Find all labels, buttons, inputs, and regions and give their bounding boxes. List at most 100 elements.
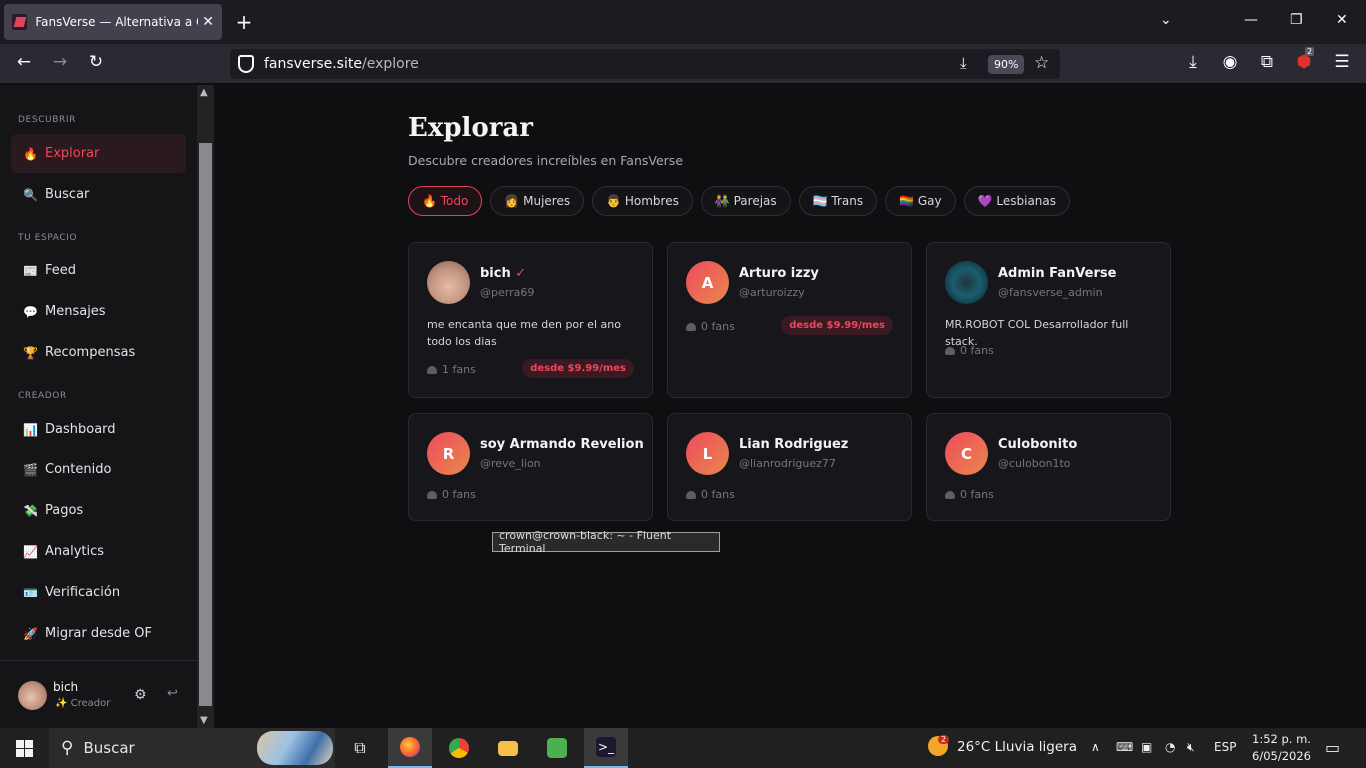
- creator-card[interactable]: R soy Armando Revelion @reve_lion 0 fans: [408, 413, 653, 521]
- creator-card[interactable]: L Lian Rodriguez @lianrodriguez77 0 fans: [667, 413, 912, 521]
- creator-name: soy Armando Revelion: [480, 437, 644, 452]
- sidebar-scrollbar[interactable]: ▲ ▼: [197, 85, 214, 728]
- tab-list-chevron-icon[interactable]: ⌄: [1160, 12, 1172, 28]
- terminal-icon[interactable]: >_: [584, 728, 628, 768]
- taskbar-clock[interactable]: 1:52 p. m. 6/05/2026: [1252, 731, 1311, 765]
- close-window-button[interactable]: ✕: [1336, 12, 1348, 28]
- chevron-up-icon[interactable]: ∧: [1091, 740, 1100, 754]
- bookmark-star-icon[interactable]: ☆: [1034, 53, 1049, 73]
- newspaper-icon: 📰: [23, 263, 38, 278]
- avatar[interactable]: [18, 681, 47, 710]
- sidebar-item-recompensas[interactable]: 🏆 Recompensas: [11, 333, 186, 372]
- sidebar: DESCUBRIR 🔥 Explorar 🔍 Buscar TU ESPACIO 📰…: [0, 85, 197, 728]
- tracking-protection-icon[interactable]: [238, 55, 254, 73]
- creator-card[interactable]: bich ✓ @perra69 me encanta que me den po…: [408, 242, 653, 398]
- creator-card[interactable]: A Arturo izzy @arturoizzy 0 fans desde $…: [667, 242, 912, 398]
- chrome-icon[interactable]: [437, 728, 481, 768]
- sidebar-item-contenido[interactable]: 🎬 Contenido: [11, 450, 186, 489]
- forward-button[interactable]: →: [48, 52, 72, 72]
- wifi-icon[interactable]: ◔: [1165, 740, 1175, 754]
- creator-name: Admin FanVerse: [998, 266, 1117, 281]
- id-card-icon: 🪪: [23, 585, 38, 600]
- filter-todo[interactable]: 🔥 Todo: [408, 186, 483, 216]
- zoom-level-badge[interactable]: 90%: [988, 55, 1025, 74]
- account-icon[interactable]: ◉: [1218, 52, 1242, 72]
- sidebar-item-dashboard[interactable]: 📊 Dashboard: [11, 410, 186, 449]
- avatar: C: [945, 432, 988, 475]
- scrollbar-thumb[interactable]: [199, 143, 212, 706]
- creator-handle: @fansverse_admin: [998, 286, 1103, 299]
- filter-parejas[interactable]: 👫 Parejas: [700, 186, 791, 216]
- sidebar-item-buscar[interactable]: 🔍 Buscar: [11, 175, 186, 214]
- task-view-icon[interactable]: ⧉: [338, 728, 382, 768]
- search-highlight-image: [257, 731, 333, 765]
- creator-handle: @perra69: [480, 286, 535, 299]
- creator-name: Lian Rodriguez: [739, 437, 849, 452]
- sidebar-item-verificacion[interactable]: 🪪 Verificación: [11, 573, 186, 612]
- fans-count: 1 fans: [427, 363, 476, 376]
- filter-mujeres[interactable]: 👩 Mujeres: [490, 186, 585, 216]
- avatar: [945, 261, 988, 304]
- taskbar-tooltip: crown@crown-black: ~ - Fluent Terminal: [492, 529, 720, 555]
- sidebar-item-feed[interactable]: 📰 Feed: [11, 251, 186, 290]
- users-icon: [686, 490, 696, 499]
- main-content: Explorar Descubre creadores increíbles e…: [214, 85, 1366, 728]
- camera-icon[interactable]: ▣: [1141, 740, 1152, 754]
- money-icon: 💸: [23, 503, 38, 518]
- page-subtitle: Descubre creadores increíbles en FansVer…: [408, 153, 684, 168]
- restore-button[interactable]: ❐: [1290, 12, 1303, 28]
- search-icon: 🔍: [23, 187, 38, 202]
- weather-text[interactable]: 26°C Lluvia ligera: [957, 739, 1077, 755]
- scroll-down-icon[interactable]: ▼: [200, 715, 208, 726]
- taskbar-search[interactable]: ⚲ Buscar: [49, 728, 335, 768]
- gear-icon[interactable]: ⚙: [134, 687, 147, 703]
- price-badge: desde $9.99/mes: [522, 359, 634, 378]
- install-app-icon[interactable]: ⤓: [960, 54, 967, 72]
- new-tab-button[interactable]: +: [234, 10, 254, 34]
- windows-start-icon[interactable]: [16, 740, 33, 757]
- category-filters: 🔥 Todo 👩 Mujeres 👨 Hombres 👫 Parejas 🏳️‍…: [408, 186, 1071, 216]
- minimize-button[interactable]: —: [1244, 12, 1258, 28]
- reload-button[interactable]: ↻: [84, 52, 108, 72]
- menu-icon[interactable]: ☰: [1330, 52, 1354, 72]
- sidebar-item-mensajes[interactable]: 💬 Mensajes: [11, 292, 186, 331]
- language-indicator[interactable]: ESP: [1214, 740, 1236, 754]
- fans-count: 0 fans: [686, 488, 735, 501]
- windows-taskbar: ⚲ Buscar ⧉ >_ 2 26°C Lluvia ligera ∧ ⌨ ▣…: [0, 728, 1366, 768]
- scroll-up-icon[interactable]: ▲: [200, 87, 208, 98]
- notifications-icon[interactable]: ▭: [1325, 738, 1340, 757]
- site-favicon-icon: [12, 14, 28, 30]
- creator-name: Culobonito: [998, 437, 1078, 452]
- keyboard-icon[interactable]: ⌨: [1116, 740, 1133, 754]
- creator-card[interactable]: Admin FanVerse @fansverse_admin MR.ROBOT…: [926, 242, 1171, 398]
- extensions-icon[interactable]: ⧉: [1255, 52, 1279, 72]
- creator-name: bich ✓: [480, 266, 527, 281]
- filter-gay[interactable]: 🏳️‍🌈 Gay: [885, 186, 956, 216]
- filter-hombres[interactable]: 👨 Hombres: [592, 186, 693, 216]
- file-explorer-icon[interactable]: [486, 728, 530, 768]
- fans-count: 0 fans: [945, 344, 994, 357]
- back-button[interactable]: ←: [12, 52, 36, 72]
- fire-icon: 🔥: [23, 146, 38, 161]
- close-tab-icon[interactable]: ✕: [202, 14, 214, 30]
- logout-icon[interactable]: ↩: [167, 686, 178, 701]
- ublock-extension-icon[interactable]: ⬢ 2: [1292, 47, 1316, 72]
- notepad-icon[interactable]: [535, 728, 579, 768]
- address-bar[interactable]: fansverse.site/explore ⤓ 90% ☆: [230, 49, 1060, 79]
- filter-lesbianas[interactable]: 💜 Lesbianas: [963, 186, 1071, 216]
- sidebar-item-explorar[interactable]: 🔥 Explorar: [11, 134, 186, 173]
- avatar: L: [686, 432, 729, 475]
- filter-trans[interactable]: 🏳️‍⚧️ Trans: [798, 186, 878, 216]
- volume-muted-icon[interactable]: 🔇︎: [1187, 740, 1195, 755]
- sidebar-item-pagos[interactable]: 💸 Pagos: [11, 491, 186, 530]
- url-text[interactable]: fansverse.site/explore: [264, 56, 419, 72]
- firefox-icon[interactable]: [388, 728, 432, 768]
- weather-icon[interactable]: 2: [928, 735, 950, 759]
- creator-card[interactable]: C Culobonito @culobon1to 0 fans: [926, 413, 1171, 521]
- browser-tab[interactable]: FansVerse — Alternativa a OnlyFans ✕: [4, 4, 222, 40]
- sidebar-item-migrar[interactable]: 🚀 Migrar desde OF: [11, 614, 186, 653]
- sidebar-item-analytics[interactable]: 📈 Analytics: [11, 532, 186, 571]
- rocket-icon: 🚀: [23, 626, 38, 641]
- users-icon: [427, 365, 437, 374]
- downloads-icon[interactable]: ⤓: [1181, 52, 1205, 72]
